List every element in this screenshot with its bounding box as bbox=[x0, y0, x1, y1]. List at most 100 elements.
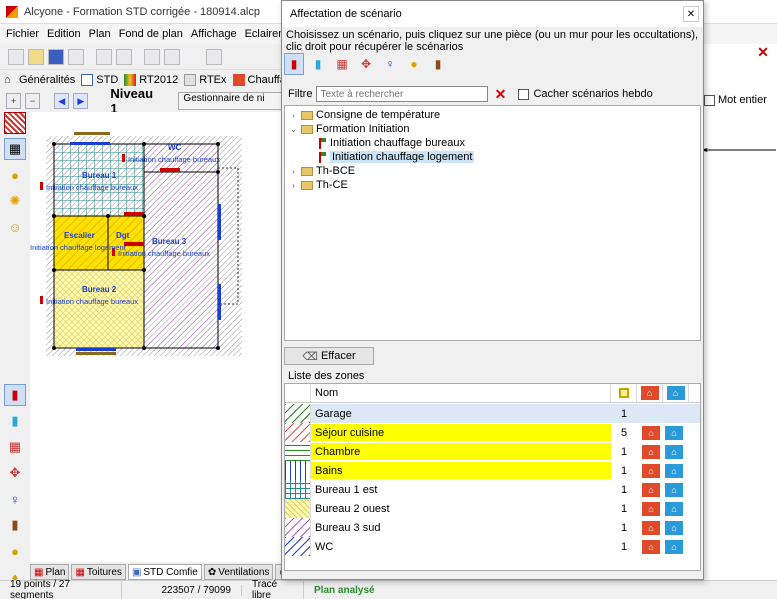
zone-row[interactable]: Séjour cuisine 5 ⌂ ⌂ bbox=[285, 423, 700, 442]
window-south[interactable] bbox=[76, 352, 116, 355]
heat-gain-icon[interactable]: ✥ bbox=[4, 462, 26, 484]
page-icon[interactable] bbox=[68, 48, 84, 65]
window-north[interactable] bbox=[74, 132, 110, 135]
plan-canvas[interactable]: WC Bureau 1 Escalier Dgt Bureau 3 Bureau… bbox=[30, 112, 282, 562]
previous-level-button[interactable]: ◀ bbox=[54, 93, 70, 109]
zoom-out-icon[interactable]: − bbox=[25, 93, 41, 109]
bottom-tab-toitures[interactable]: ▦ Toitures bbox=[71, 564, 126, 580]
bulb-icon[interactable]: ● bbox=[404, 53, 424, 75]
preview-icon[interactable] bbox=[116, 48, 132, 65]
cooling-icon[interactable]: ⌂ bbox=[665, 482, 683, 497]
tab-rtex[interactable]: RTEx bbox=[184, 74, 227, 86]
room-bureau-2[interactable] bbox=[53, 269, 145, 349]
dialog-close-button[interactable]: ✕ bbox=[683, 6, 699, 22]
tree-folder-formation[interactable]: ⌄ Formation Initiation bbox=[289, 122, 409, 136]
bottom-tab-std-comfie[interactable]: ▣ STD Comfie bbox=[127, 564, 202, 580]
heating-icon[interactable]: ⌂ bbox=[642, 520, 660, 535]
whole-word-option[interactable]: Mot entier bbox=[704, 94, 767, 106]
door-2[interactable] bbox=[124, 242, 144, 246]
zone-row[interactable]: Garage 1 bbox=[285, 404, 700, 423]
opening-south[interactable] bbox=[76, 348, 116, 351]
tab-generalites[interactable]: ⌂ Généralités bbox=[4, 74, 75, 86]
clear-button[interactable]: ⌫ Effacer bbox=[284, 347, 374, 365]
layers-icon[interactable] bbox=[164, 48, 180, 65]
cooling-icon[interactable]: ⌂ bbox=[665, 539, 683, 554]
thermometer-red-icon[interactable]: ▮ bbox=[4, 384, 26, 406]
zone-row[interactable]: WC 1 ⌂ ⌂ bbox=[285, 537, 700, 556]
tree-folder-th-ce[interactable]: › Th-CE bbox=[289, 178, 348, 192]
floor-plan-drawing[interactable]: WC Bureau 1 Escalier Dgt Bureau 3 Bureau… bbox=[30, 112, 282, 562]
tree-folder-th-bce[interactable]: › Th-BCE bbox=[289, 164, 355, 178]
cooling-icon[interactable]: ⌂ bbox=[665, 444, 683, 459]
filter-input[interactable] bbox=[316, 86, 489, 102]
zones-header-name[interactable]: Nom bbox=[311, 384, 611, 402]
open-folder-icon[interactable] bbox=[28, 48, 44, 65]
scenario-tree[interactable]: › Consigne de température ⌄ Formation In… bbox=[284, 105, 701, 341]
opening-north[interactable] bbox=[70, 142, 110, 145]
door-1[interactable] bbox=[124, 212, 144, 216]
zone-tool-icon[interactable]: ▦ bbox=[4, 138, 26, 160]
tree-folder-consigne[interactable]: › Consigne de température bbox=[289, 108, 440, 122]
menu-fichier[interactable]: Fichier bbox=[6, 28, 39, 40]
heating-icon[interactable]: ⌂ bbox=[642, 482, 660, 497]
print-icon[interactable] bbox=[96, 48, 112, 65]
bottom-tab-ventilations[interactable]: ✿ Ventilations bbox=[203, 564, 274, 580]
door-3[interactable] bbox=[160, 168, 180, 172]
thermometer-blue-icon[interactable]: ▮ bbox=[4, 410, 26, 432]
thermometer-red-icon[interactable]: ▮ bbox=[284, 53, 304, 75]
menu-affichage[interactable]: Affichage bbox=[191, 28, 237, 40]
whole-word-checkbox[interactable] bbox=[704, 94, 715, 106]
tab-rt2012[interactable]: RT2012 bbox=[124, 74, 178, 86]
cooling-icon[interactable]: ⌂ bbox=[665, 520, 683, 535]
heat-gain-icon[interactable]: ✥ bbox=[356, 53, 376, 75]
expand-icon[interactable]: › bbox=[289, 167, 298, 176]
bulb-icon[interactable]: ● bbox=[4, 540, 26, 562]
person-icon[interactable]: ♀ bbox=[4, 488, 26, 510]
menu-edition[interactable]: Edition bbox=[47, 28, 81, 40]
cooling-icon[interactable]: ⌂ bbox=[665, 425, 683, 440]
zone-row[interactable]: Chambre 1 ⌂ ⌂ bbox=[285, 442, 700, 461]
opening-east-2[interactable] bbox=[218, 284, 221, 320]
menu-plan[interactable]: Plan bbox=[89, 28, 111, 40]
person-icon[interactable]: ♀ bbox=[380, 53, 400, 75]
zone-row[interactable]: Bureau 3 sud 1 ⌂ ⌂ bbox=[285, 518, 700, 537]
heating-icon[interactable]: ⌂ bbox=[642, 539, 660, 554]
ventilation-icon[interactable]: ▦ bbox=[4, 436, 26, 458]
next-level-button[interactable]: ▶ bbox=[73, 93, 89, 109]
heating-icon[interactable]: ⌂ bbox=[642, 501, 660, 516]
heating-icon[interactable]: ⌂ bbox=[642, 463, 660, 478]
heating-icon[interactable]: ⌂ bbox=[642, 425, 660, 440]
tab-std[interactable]: STD bbox=[81, 74, 118, 86]
level-manager-button[interactable]: Gestionnaire de ni bbox=[178, 92, 282, 110]
heating-icon[interactable]: ⌂ bbox=[642, 444, 660, 459]
door-icon[interactable]: ▮ bbox=[428, 53, 448, 75]
room-bureau-3[interactable] bbox=[143, 143, 219, 349]
undo-icon[interactable] bbox=[206, 48, 222, 65]
zone-row[interactable]: Bureau 2 ouest 1 ⌂ ⌂ bbox=[285, 499, 700, 518]
wall-tool-icon[interactable] bbox=[4, 112, 26, 134]
grid-icon[interactable] bbox=[144, 48, 160, 65]
zone-row[interactable]: Bureau 1 est 1 ⌂ ⌂ bbox=[285, 480, 700, 499]
sun-tool-icon[interactable]: ✺ bbox=[4, 190, 26, 212]
opening-east-1[interactable] bbox=[218, 204, 221, 240]
collapse-icon[interactable]: ⌄ bbox=[289, 125, 298, 134]
expand-icon[interactable]: › bbox=[289, 181, 298, 190]
expand-icon[interactable]: › bbox=[289, 111, 298, 120]
tree-item-chauffage-logement[interactable]: Initiation chauffage logement bbox=[319, 150, 475, 164]
cooling-icon[interactable]: ⌂ bbox=[665, 501, 683, 516]
hide-weekly-checkbox[interactable] bbox=[518, 88, 530, 100]
ventilation-icon[interactable]: ▦ bbox=[332, 53, 352, 75]
tree-item-chauffage-bureaux[interactable]: Initiation chauffage bureaux bbox=[319, 136, 465, 150]
occupant-tool-icon[interactable]: ☺ bbox=[4, 216, 26, 238]
zone-row[interactable]: Bains 1 ⌂ ⌂ bbox=[285, 461, 700, 480]
clear-filter-icon[interactable]: ✕ bbox=[492, 86, 508, 103]
menu-fond-de-plan[interactable]: Fond de plan bbox=[119, 28, 183, 40]
zoom-in-icon[interactable]: + bbox=[6, 93, 22, 109]
thermometer-blue-icon[interactable]: ▮ bbox=[308, 53, 328, 75]
door-icon[interactable]: ▮ bbox=[4, 514, 26, 536]
new-file-icon[interactable] bbox=[8, 48, 24, 65]
save-icon[interactable] bbox=[48, 48, 64, 65]
bottom-tab-plan[interactable]: ▦ Plan bbox=[30, 564, 70, 580]
cooling-icon[interactable]: ⌂ bbox=[665, 463, 683, 478]
light-tool-icon[interactable]: ● bbox=[4, 164, 26, 186]
